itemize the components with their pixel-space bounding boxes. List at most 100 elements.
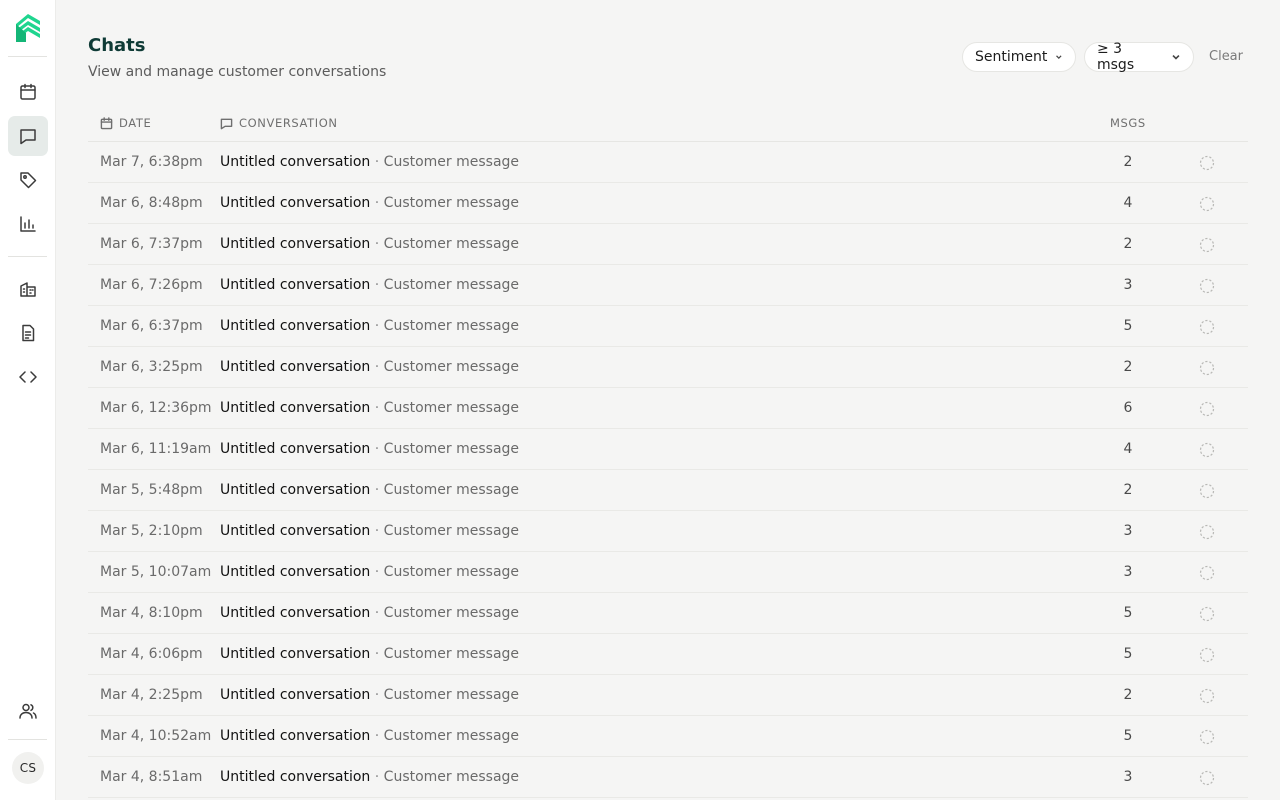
row-conversation: Untitled conversation · Customer message [220,605,519,621]
row-message-count: 4 [1123,195,1133,211]
conversation-separator: · [370,523,384,539]
message-count-filter-button[interactable]: ≥ 3 msgs [1084,41,1194,73]
nav-developer[interactable] [8,357,48,397]
chevron-down-icon [1056,55,1062,60]
users-icon [19,703,37,719]
page-title: Chats [88,35,146,56]
row-sentiment-status [1199,155,1215,171]
row-conversation: Untitled conversation · Customer message [220,687,519,703]
row-conversation: Untitled conversation · Customer message [220,769,519,785]
clear-filters-button[interactable]: Clear [1209,49,1243,64]
row-conversation: Untitled conversation · Customer message [220,482,519,498]
conversation-preview: Customer message [383,277,520,293]
row-sentiment-status [1199,647,1215,663]
row-date: Mar 6, 12:36pm [100,400,212,416]
row-date: Mar 7, 6:38pm [100,154,203,170]
row-conversation: Untitled conversation · Customer message [220,154,519,170]
conversation-title: Untitled conversation [220,646,371,662]
row-message-count: 2 [1123,482,1133,498]
row-sentiment-status [1199,278,1215,294]
row-date: Mar 5, 2:10pm [100,523,203,539]
row-message-count: 5 [1123,646,1133,662]
conversation-title: Untitled conversation [220,605,371,621]
column-header-conversation-label: CONVERSATION [239,116,338,130]
row-sentiment-status [1199,401,1215,417]
nav-calendar[interactable] [8,72,48,112]
table-row[interactable]: Mar 6, 7:37pm Untitled conversation · Cu… [88,224,1248,265]
brand-logo-icon[interactable] [14,13,42,43]
column-header-date[interactable]: DATE [100,116,151,130]
dashed-circle-icon [1199,237,1215,253]
conversation-preview: Customer message [383,523,520,539]
conversation-separator: · [370,441,384,457]
user-avatar[interactable]: CS [12,752,44,784]
conversation-preview: Customer message [383,359,520,375]
nav-chats[interactable] [8,116,48,156]
conversation-preview: Customer message [383,441,520,457]
row-date: Mar 4, 8:10pm [100,605,203,621]
row-message-count: 5 [1123,728,1133,744]
row-message-count: 6 [1123,400,1133,416]
table-row[interactable]: Mar 6, 6:37pm Untitled conversation · Cu… [88,306,1248,347]
conversation-preview: Customer message [383,687,520,703]
sentiment-filter-button[interactable]: Sentiment [962,42,1076,72]
table-row[interactable]: Mar 5, 5:48pm Untitled conversation · Cu… [88,470,1248,511]
nav-users[interactable] [8,691,48,731]
dashed-circle-icon [1199,770,1215,786]
table-row[interactable]: Mar 4, 8:10pm Untitled conversation · Cu… [88,593,1248,634]
column-header-date-label: DATE [119,116,152,130]
table-row[interactable]: Mar 6, 7:26pm Untitled conversation · Cu… [88,265,1248,306]
table-row[interactable]: Mar 4, 8:51am Untitled conversation · Cu… [88,757,1248,798]
dashed-circle-icon [1199,196,1215,212]
nav-tags[interactable] [8,160,48,200]
conversation-separator: · [370,195,384,211]
row-sentiment-status [1199,729,1215,745]
column-header-msgs[interactable]: MSGS [1110,116,1146,130]
conversation-separator: · [370,400,384,416]
row-message-count: 3 [1123,769,1133,785]
chat-bubble-icon [20,129,36,145]
table-row[interactable]: Mar 6, 3:25pm Untitled conversation · Cu… [88,347,1248,388]
row-sentiment-status [1199,237,1215,253]
page-subtitle: View and manage customer conversations [88,64,387,80]
conversation-title: Untitled conversation [220,728,371,744]
row-conversation: Untitled conversation · Customer message [220,277,519,293]
message-count-filter-label: ≥ 3 msgs [1097,41,1135,73]
row-date: Mar 6, 7:37pm [100,236,203,252]
conversation-preview: Customer message [383,769,520,785]
row-conversation: Untitled conversation · Customer message [220,195,519,211]
sidebar-divider [8,256,47,257]
conversation-separator: · [370,769,384,785]
row-sentiment-status [1199,196,1215,212]
table-row[interactable]: Mar 7, 6:38pm Untitled conversation · Cu… [88,142,1248,183]
table-row[interactable]: Mar 4, 2:25pm Untitled conversation · Cu… [88,675,1248,716]
table-row[interactable]: Mar 6, 11:19am Untitled conversation · C… [88,429,1248,470]
document-icon [22,324,35,342]
conversation-title: Untitled conversation [220,687,371,703]
row-sentiment-status [1199,770,1215,786]
dashed-circle-icon [1199,319,1215,335]
dashed-circle-icon [1199,401,1215,417]
conversation-preview: Customer message [383,400,520,416]
dashed-circle-icon [1199,606,1215,622]
nav-documents[interactable] [8,313,48,353]
row-date: Mar 4, 8:51am [100,769,203,785]
row-sentiment-status [1199,442,1215,458]
column-header-conversation[interactable]: CONVERSATION [220,116,338,130]
nav-analytics[interactable] [8,204,48,244]
nav-organization[interactable] [8,269,48,309]
row-message-count: 3 [1123,564,1133,580]
row-conversation: Untitled conversation · Customer message [220,359,519,375]
row-date: Mar 6, 7:26pm [100,277,203,293]
table-row[interactable]: Mar 4, 6:06pm Untitled conversation · Cu… [88,634,1248,675]
dashed-circle-icon [1199,647,1215,663]
row-message-count: 2 [1123,359,1133,375]
table-row[interactable]: Mar 4, 10:52am Untitled conversation · C… [88,716,1248,757]
sidebar: CS [0,0,56,800]
row-date: Mar 6, 11:19am [100,441,212,457]
table-row[interactable]: Mar 6, 12:36pm Untitled conversation · C… [88,388,1248,429]
table-row[interactable]: Mar 5, 10:07am Untitled conversation · C… [88,552,1248,593]
row-date: Mar 5, 10:07am [100,564,212,580]
table-row[interactable]: Mar 5, 2:10pm Untitled conversation · Cu… [88,511,1248,552]
table-row[interactable]: Mar 6, 8:48pm Untitled conversation · Cu… [88,183,1248,224]
